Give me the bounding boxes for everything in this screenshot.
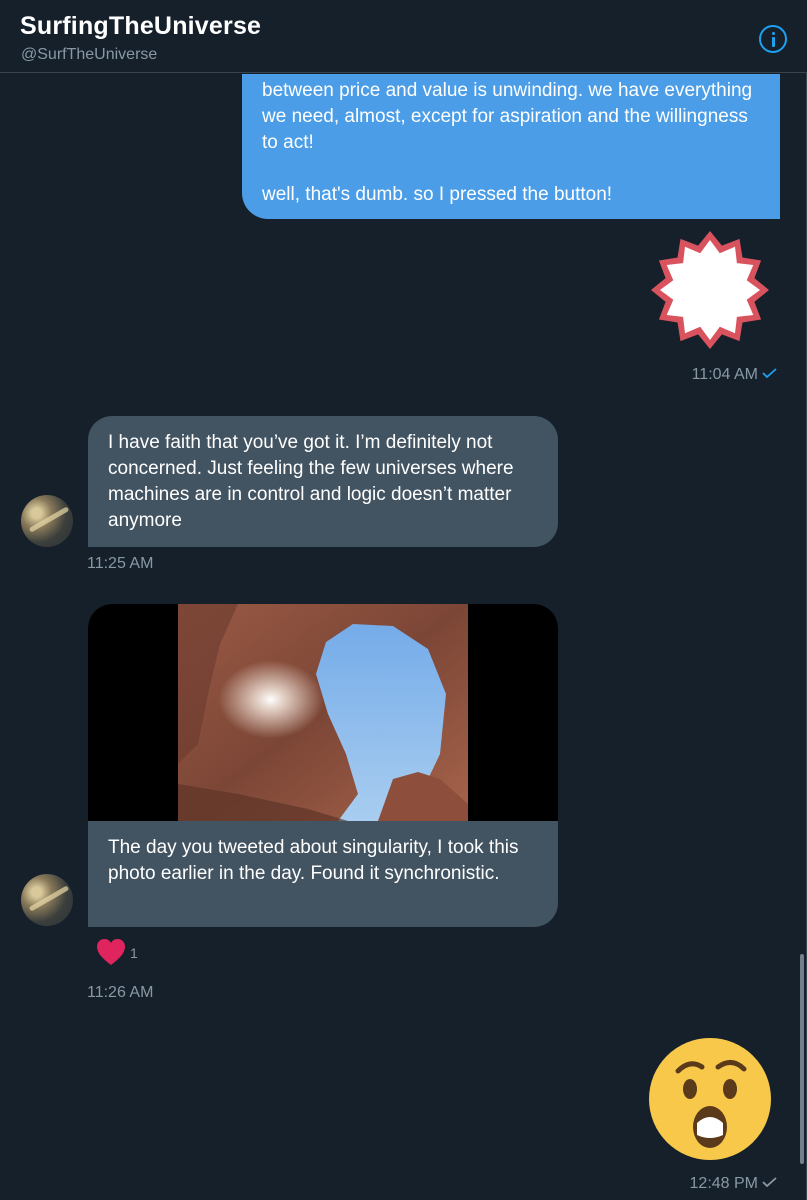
outgoing-message-text-1: between price and value is unwinding. we… [262, 80, 753, 153]
conversation-title[interactable]: SurfingTheUniverse [20, 12, 261, 41]
message-timestamp: 11:04 AM [660, 366, 777, 384]
message-timestamp: 12:48 PM [650, 1175, 777, 1193]
message-timestamp: 11:26 AM [87, 984, 154, 1001]
avatar[interactable] [21, 874, 73, 926]
timestamp-text: 12:48 PM [689, 1175, 758, 1192]
starburst-sticker-icon[interactable] [650, 230, 770, 350]
photo-frame [88, 604, 558, 821]
outgoing-message-text-2: well, that's dumb. so I pressed the butt… [262, 184, 613, 205]
info-icon[interactable] [759, 25, 787, 53]
reaction-count: 1 [130, 945, 138, 961]
sent-check-icon [762, 368, 777, 378]
timestamp-text: 11:04 AM [691, 366, 758, 383]
scrollbar[interactable] [800, 954, 804, 1164]
reaction-badge[interactable]: 1 [96, 938, 138, 968]
dm-conversation: SurfingTheUniverse @SurfTheUniverse betw… [0, 0, 807, 1200]
sent-check-icon [762, 1177, 777, 1187]
message-timestamp: 11:25 AM [87, 555, 154, 572]
outgoing-message[interactable]: between price and value is unwinding. we… [242, 74, 780, 219]
heart-icon[interactable] [96, 938, 126, 966]
message-thread[interactable]: between price and value is unwinding. we… [0, 74, 807, 1200]
photo-caption: The day you tweeted about singularity, I… [108, 837, 519, 884]
incoming-photo-message[interactable]: The day you tweeted about singularity, I… [88, 604, 558, 927]
avatar[interactable] [21, 495, 73, 547]
conversation-handle[interactable]: @SurfTheUniverse [21, 46, 157, 64]
conversation-header: SurfingTheUniverse @SurfTheUniverse [0, 0, 807, 73]
surprised-face-sticker-icon[interactable] [648, 1037, 772, 1161]
incoming-message-text: I have faith that you’ve got it. I’m def… [108, 432, 514, 531]
incoming-message[interactable]: I have faith that you’ve got it. I’m def… [88, 416, 558, 547]
arch-photo-icon[interactable] [178, 604, 468, 821]
